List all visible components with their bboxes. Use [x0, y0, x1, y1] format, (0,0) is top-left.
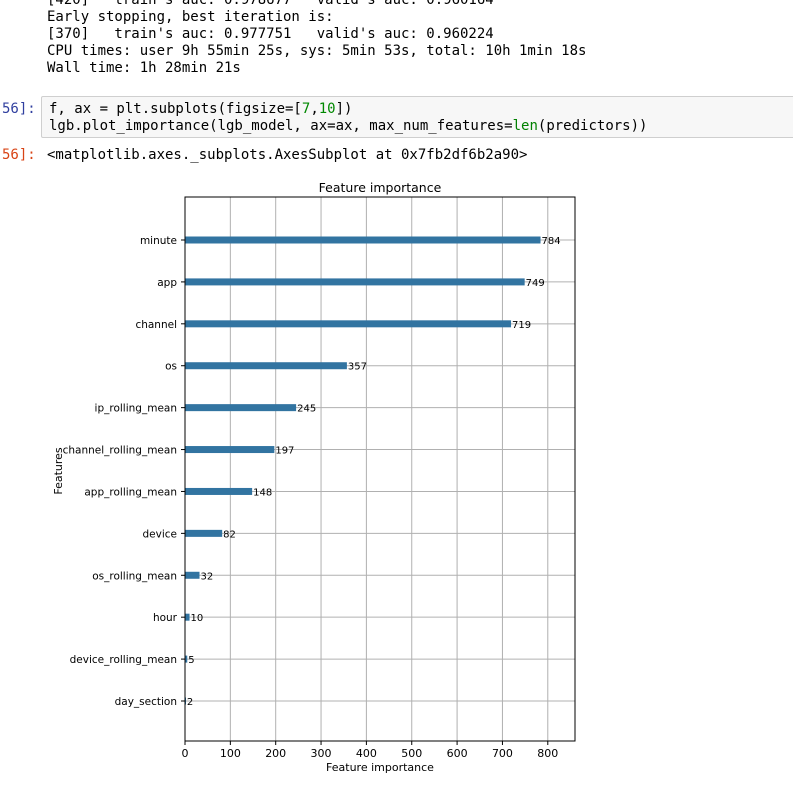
- bar-value-hour: 10: [191, 613, 204, 624]
- output-line-4: CPU times: user 9h 55min 25s, sys: 5min …: [47, 43, 587, 59]
- x-tick-label: 200: [265, 747, 286, 760]
- y-tick-label-os: os: [165, 361, 177, 373]
- plot-frame: [184, 196, 576, 742]
- output-line-5: Wall time: 1h 28min 21s: [47, 60, 241, 76]
- code-1-a: f, ax = plt.subplots(figsize=[: [49, 101, 302, 117]
- bar-value-day_section: 2: [187, 697, 193, 708]
- bar-value-app: 749: [526, 278, 545, 289]
- bar-value-device_rolling_mean: 5: [188, 655, 194, 666]
- y-tick-label-hour: hour: [153, 612, 178, 624]
- bar-value-os_rolling_mean: 32: [201, 571, 214, 582]
- bar-hour: [185, 613, 190, 621]
- code-2-b: (predictors)): [537, 118, 648, 134]
- input-prompt: 56]:: [2, 101, 36, 117]
- x-tick-label: 100: [220, 747, 241, 760]
- x-axis-label: Feature importance: [326, 761, 434, 774]
- x-tick-label: 300: [311, 747, 332, 760]
- bar-value-os: 357: [348, 362, 367, 373]
- bar-value-ip_rolling_mean: 245: [297, 404, 316, 415]
- bar-channel_rolling_mean: [185, 446, 275, 454]
- bar-value-channel: 719: [512, 320, 531, 331]
- y-tick-label-minute: minute: [140, 235, 177, 247]
- output-prompt: 56]:: [2, 147, 36, 163]
- bar-value-app_rolling_mean: 148: [253, 487, 272, 498]
- bar-os_rolling_mean: [185, 571, 200, 579]
- x-tick-label: 500: [401, 747, 422, 760]
- y-tick-label-device_rolling_mean: device_rolling_mean: [70, 654, 177, 666]
- x-tick-label: 800: [537, 747, 558, 760]
- code-1-num-2: 10: [318, 101, 336, 117]
- y-tick-label-ip_rolling_mean: ip_rolling_mean: [95, 403, 177, 415]
- bar-day_section: [185, 697, 186, 705]
- bar-app_rolling_mean: [185, 487, 253, 495]
- bar-app: [185, 278, 525, 286]
- output-repr: <matplotlib.axes._subplots.AxesSubplot a…: [47, 147, 528, 163]
- bar-channel: [185, 320, 512, 328]
- y-tick-label-os_rolling_mean: os_rolling_mean: [92, 570, 177, 582]
- bar-value-channel_rolling_mean: 197: [275, 446, 294, 457]
- code-2-builtin: len: [512, 118, 538, 134]
- x-tick-label: 600: [447, 747, 468, 760]
- grid-lines: [184, 197, 575, 741]
- y-tick-label-app_rolling_mean: app_rolling_mean: [84, 486, 177, 498]
- bar-value-labels: 784 749 719 357 245 197 148 82 32 10 5 2: [187, 236, 561, 708]
- output-line-2: Early stopping, best iteration is:: [47, 9, 334, 25]
- x-tick-label: 0: [182, 747, 189, 760]
- code-line-2: lgb.plot_importance(lgb_model, ax=ax, ma…: [49, 118, 647, 135]
- code-1-c: ]): [335, 101, 353, 117]
- y-tick-label-device: device: [143, 528, 178, 540]
- bar-ip_rolling_mean: [185, 404, 297, 412]
- bar-minute: [185, 236, 541, 244]
- bar-device: [185, 529, 223, 537]
- output-line-3: [370] train's auc: 0.977751 valid's auc:…: [47, 26, 494, 42]
- bar-value-minute: 784: [542, 236, 561, 247]
- y-tick-label-channel: channel: [135, 319, 177, 331]
- code-cell-input[interactable]: f, ax = plt.subplots(figsize=[7,10]) lgb…: [41, 96, 793, 138]
- bar-value-device: 82: [223, 529, 236, 540]
- output-line-1: [420] train's auc: 0.978677 valid's auc:…: [47, 0, 494, 8]
- y-tick-label-channel_rolling_mean: channel_rolling_mean: [63, 445, 177, 457]
- x-tick-label: 400: [356, 747, 377, 760]
- bar-os: [185, 362, 347, 370]
- bars: [185, 236, 541, 705]
- chart-title: Feature importance: [319, 180, 442, 195]
- code-2-a: lgb.plot_importance(lgb_model, ax=ax, ma…: [49, 118, 513, 134]
- x-tick-label: 700: [492, 747, 513, 760]
- y-tick-label-day_section: day_section: [115, 696, 177, 708]
- bar-device_rolling_mean: [185, 655, 188, 663]
- x-tick-labels: 0 100 200 300 400 500 600 700 800: [182, 741, 558, 760]
- code-line-1: f, ax = plt.subplots(figsize=[7,10]): [49, 101, 352, 118]
- y-axis-label: Features: [52, 447, 65, 495]
- y-tick-label-app: app: [157, 277, 177, 289]
- y-tick-labels: minute app channel os ip_rolling_meanchannel…: [63, 235, 185, 708]
- code-1-b: ,: [310, 101, 319, 117]
